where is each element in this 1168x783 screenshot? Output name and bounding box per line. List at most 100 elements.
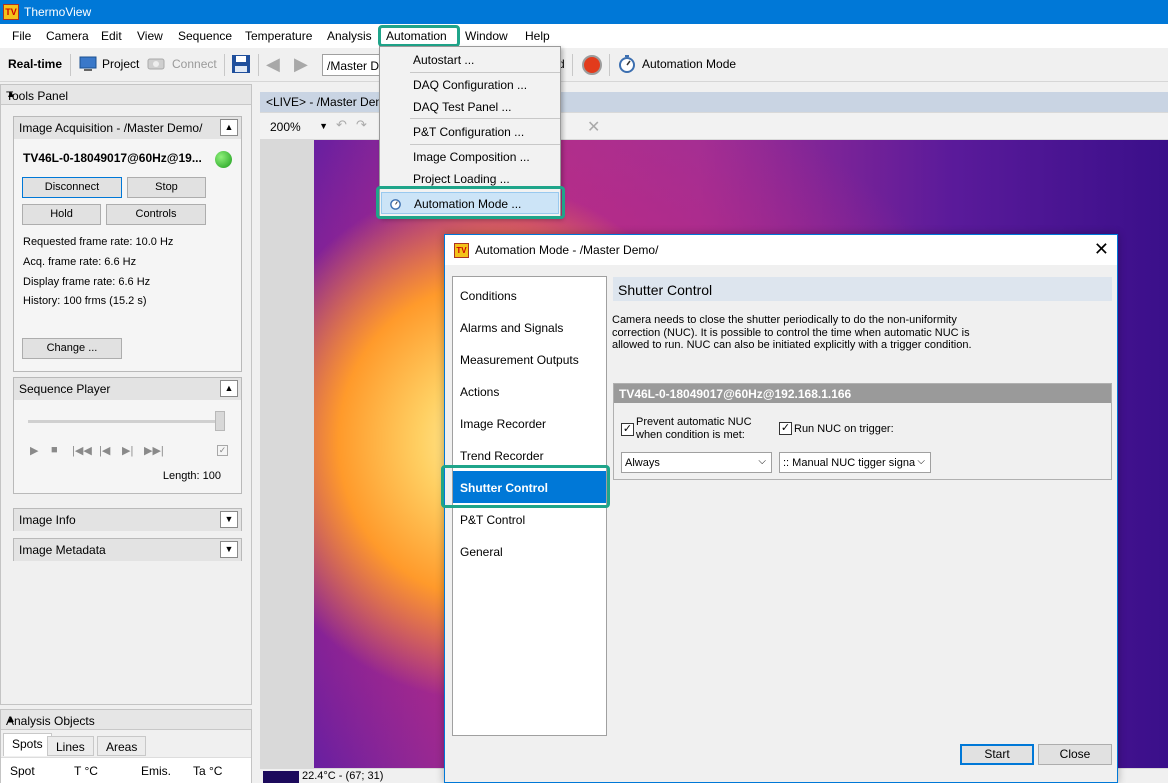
menu-view[interactable]: View [137, 29, 163, 43]
nav-measurement-outputs[interactable]: Measurement Outputs [453, 343, 606, 375]
tab-spots[interactable]: Spots [3, 733, 52, 756]
requested-frame-rate: Requested frame rate: 10.0 Hz [23, 236, 174, 248]
sequence-player-title: Sequence Player [19, 382, 111, 396]
disconnect-button[interactable]: Disconnect [22, 177, 122, 198]
path-field[interactable]: /Master D [322, 54, 380, 76]
image-info-group[interactable]: Image Info ▼ [13, 508, 242, 531]
condition-select[interactable]: Always ⌵ [621, 452, 772, 473]
image-acquisition-group: Image Acquisition - /Master Demo/ ▲ TV46… [13, 116, 242, 372]
expand-icon[interactable]: ▼ [220, 541, 238, 558]
analysis-panel-header: Analysis Objects ▲ [1, 710, 251, 730]
cursor-temperature: 22.4°C - (67; 31) [302, 770, 384, 782]
undo-icon[interactable]: ↶ [336, 117, 347, 133]
change-button[interactable]: Change ... [22, 338, 122, 359]
close-icon[interactable]: ✕ [1094, 239, 1109, 260]
first-frame-icon[interactable]: |◀◀ [72, 444, 92, 457]
project-button[interactable]: Project [102, 57, 139, 71]
menu-bar: File Camera Edit View Sequence Temperatu… [0, 24, 1168, 48]
dialog-title-bar: TV Automation Mode - /Master Demo/ ✕ [445, 235, 1117, 265]
live-tab-title: <LIVE> - /Master Dem [266, 95, 386, 109]
prev-frame-icon[interactable]: |◀ [99, 444, 110, 457]
forward-arrow-icon[interactable]: ▶ [294, 54, 308, 75]
menu-item-pt-configuration[interactable]: P&T Configuration ... [413, 125, 524, 139]
status-led-icon [215, 151, 232, 168]
pin-icon[interactable]: ▲ [6, 89, 245, 100]
shutter-control-highlight [441, 465, 610, 508]
run-nuc-checkbox[interactable]: ✓ [779, 422, 792, 435]
device-header: TV46L-0-18049017@60Hz@192.168.1.166 [614, 384, 1111, 403]
app-icon: TV [3, 4, 19, 20]
start-button[interactable]: Start [960, 744, 1034, 765]
menu-analysis[interactable]: Analysis [327, 29, 372, 43]
menu-item-daq-test-panel[interactable]: DAQ Test Panel ... [413, 100, 512, 114]
history: History: 100 frms (15.2 s) [23, 295, 147, 307]
tab-lines[interactable]: Lines [47, 736, 94, 756]
nav-conditions[interactable]: Conditions [453, 279, 606, 311]
last-frame-icon[interactable]: ▶▶| [144, 444, 164, 457]
column-spot[interactable]: Spot [10, 764, 35, 778]
back-arrow-icon[interactable]: ◀ [266, 54, 280, 75]
delete-icon[interactable]: ✕ [587, 117, 600, 137]
menu-temperature[interactable]: Temperature [245, 29, 312, 43]
zoom-select[interactable]: 200% ▼ [266, 117, 328, 136]
play-icon[interactable]: ▶ [30, 444, 38, 457]
automation-mode-dialog: TV Automation Mode - /Master Demo/ ✕ Con… [444, 234, 1118, 783]
app-title: ThermoView [24, 5, 92, 19]
title-bar: TV ThermoView [0, 0, 1168, 24]
automation-mode-button[interactable]: Automation Mode [642, 57, 736, 71]
tools-panel-header: Tools Panel ▲ [1, 85, 251, 105]
nav-image-recorder[interactable]: Image Recorder [453, 407, 606, 439]
menu-help[interactable]: Help [525, 29, 550, 43]
nav-general[interactable]: General [453, 535, 606, 567]
close-button[interactable]: Close [1038, 744, 1112, 765]
display-frame-rate: Display frame rate: 6.6 Hz [23, 276, 151, 288]
collapse-icon[interactable]: ▲ [220, 119, 238, 136]
tv-app-icon: TV [454, 243, 469, 258]
stop-button[interactable]: Stop [127, 177, 206, 198]
analysis-objects-panel: Analysis Objects ▲ Spots Lines Areas Spo… [0, 709, 252, 783]
stopwatch-icon [619, 55, 635, 73]
menu-item-daq-configuration[interactable]: DAQ Configuration ... [413, 78, 527, 92]
controls-button[interactable]: Controls [106, 204, 206, 225]
connect-button[interactable]: Connect [172, 57, 217, 71]
expand-icon[interactable]: ▼ [220, 511, 238, 528]
record-icon[interactable] [582, 55, 602, 75]
prevent-nuc-label-line2: when condition is met: [636, 429, 745, 441]
device-name: TV46L-0-18049017@60Hz@19... [23, 151, 202, 165]
chevron-down-icon: ▼ [319, 121, 328, 131]
analysis-table-header: Spot T °C Emis. Ta °C [1, 757, 251, 783]
project-icon[interactable] [78, 54, 100, 74]
menu-camera[interactable]: Camera [46, 29, 89, 43]
next-frame-icon[interactable]: ▶| [122, 444, 133, 457]
realtime-label: Real-time [8, 57, 63, 71]
nav-alarms-signals[interactable]: Alarms and Signals [453, 311, 606, 343]
sequence-slider-handle[interactable] [215, 411, 225, 431]
menu-item-autostart[interactable]: Autostart ... [413, 53, 474, 67]
menu-window[interactable]: Window [465, 29, 508, 43]
collapse-icon[interactable]: ▲ [220, 380, 238, 397]
menu-item-image-composition[interactable]: Image Composition ... [413, 150, 530, 164]
image-metadata-group[interactable]: Image Metadata ▼ [13, 538, 242, 561]
save-icon[interactable] [230, 54, 252, 74]
column-temp[interactable]: T °C [74, 764, 98, 778]
menu-item-project-loading[interactable]: Project Loading ... [413, 172, 510, 186]
stop-icon[interactable]: ■ [51, 444, 58, 456]
prevent-nuc-label-line1: Prevent automatic NUC [636, 416, 752, 428]
run-nuc-label: Run NUC on trigger: [794, 423, 894, 435]
toolbar: Real-time Project Connect ◀ ▶ /Master D … [0, 48, 1168, 82]
tab-areas[interactable]: Areas [97, 736, 147, 756]
menu-sequence[interactable]: Sequence [178, 29, 232, 43]
menu-file[interactable]: File [12, 29, 31, 43]
menu-edit[interactable]: Edit [101, 29, 122, 43]
loop-checkbox[interactable]: ✓ [217, 445, 228, 456]
redo-icon[interactable]: ↷ [356, 117, 367, 133]
column-ta[interactable]: Ta °C [193, 764, 222, 778]
trigger-select[interactable]: :: Manual NUC tigger signa ⌵ [779, 452, 931, 473]
pin-icon[interactable]: ▲ [6, 714, 245, 725]
sequence-slider-track[interactable] [28, 420, 224, 423]
column-emis[interactable]: Emis. [141, 764, 171, 778]
prevent-nuc-checkbox[interactable]: ✓ [621, 423, 634, 436]
nav-actions[interactable]: Actions [453, 375, 606, 407]
hold-button[interactable]: Hold [22, 204, 101, 225]
acq-frame-rate: Acq. frame rate: 6.6 Hz [23, 256, 137, 268]
